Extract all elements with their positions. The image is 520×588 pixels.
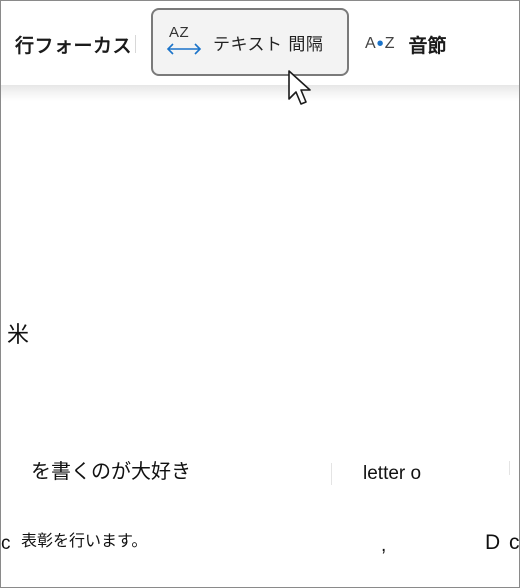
mouse-pointer-icon <box>287 69 313 111</box>
text-divider <box>331 463 332 485</box>
text-spacing-button[interactable]: AZ テキスト 間隔 <box>151 8 349 76</box>
text-divider <box>509 461 510 475</box>
immersive-reader-window: 行フォーカス AZ テキスト 間隔 A • Z 音節 米 を書くのが大好き le… <box>0 0 520 588</box>
reading-text-comma: , <box>381 535 387 556</box>
line-focus-button[interactable]: 行フォーカス <box>15 29 132 59</box>
syllables-button[interactable]: A • Z 音節 <box>365 29 446 59</box>
text-spacing-icon-letters: AZ <box>169 24 190 41</box>
reading-text-fragment-c2: c <box>509 531 520 554</box>
reading-text-fragment-D: D <box>485 531 501 554</box>
line-focus-label: 行フォーカス <box>15 34 133 57</box>
text-preferences-toolbar: 行フォーカス AZ テキスト 間隔 A • Z 音節 <box>1 1 519 87</box>
reading-text-fragment-c: c <box>1 533 11 554</box>
syllables-label: 音節 <box>408 34 447 57</box>
reading-text-award: 表彰を行います。 <box>21 531 148 550</box>
text-spacing-label: テキスト 間隔 <box>213 34 324 55</box>
toolbar-separator <box>135 35 136 53</box>
text-spacing-icon: AZ <box>165 24 205 60</box>
reading-text-rice: 米 <box>7 323 30 348</box>
syllables-icon-left-letter: A <box>365 35 376 52</box>
reading-text-love-writing: を書くのが大好き <box>31 459 191 483</box>
syllables-icon: A • Z <box>365 33 395 55</box>
reading-text-letter: letter o <box>363 463 422 484</box>
toolbar-shadow <box>1 85 519 101</box>
syllables-icon-right-letter: Z <box>384 35 395 52</box>
